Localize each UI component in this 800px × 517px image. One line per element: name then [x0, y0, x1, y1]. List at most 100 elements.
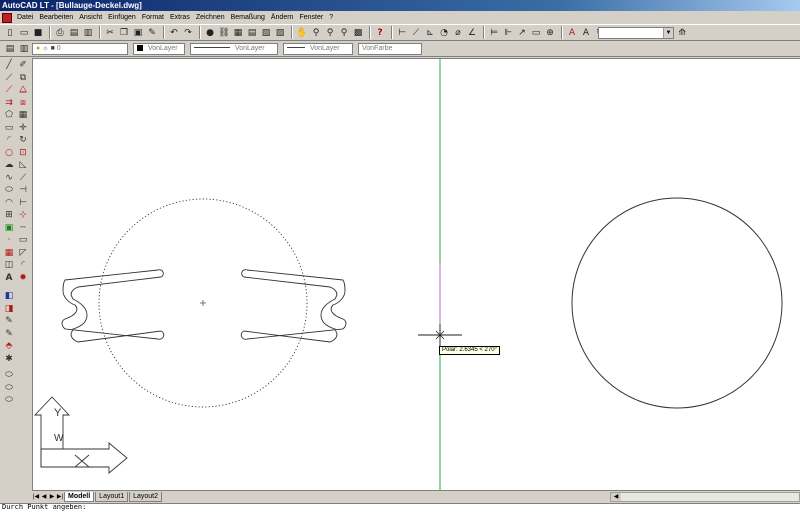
dim-text-edit-icon[interactable]: A [580, 27, 592, 39]
layer-previous-icon[interactable]: ▥ [18, 43, 30, 55]
sketch-tool-icon[interactable]: ✎ [3, 328, 15, 341]
properties-icon[interactable]: ▤ [246, 27, 258, 39]
menu-bearbeiten[interactable]: Bearbeiten [36, 11, 76, 24]
lineweight-select[interactable]: VonLayer [283, 42, 353, 55]
make-block-icon[interactable]: ▣ [3, 222, 15, 235]
scroll-left-icon[interactable]: ◀ [611, 493, 621, 501]
polygon-icon[interactable]: ⬠ [3, 109, 15, 122]
zoom-realtime-icon[interactable]: ⚲ [310, 27, 322, 39]
menu-ansicht[interactable]: Ansicht [76, 11, 105, 24]
construction-line-icon[interactable]: ⟋ [3, 72, 15, 85]
mirror-icon[interactable]: ⧋ [17, 84, 29, 97]
prev-tab-icon[interactable]: ◀ [40, 492, 48, 502]
paste-icon[interactable]: ▣ [132, 27, 144, 39]
globe-icon[interactable]: ● [204, 27, 216, 39]
oval-tool-3-icon[interactable]: ⬭ [3, 394, 15, 407]
zoom-extents-icon[interactable]: ▩ [352, 27, 364, 39]
point-icon[interactable]: · [3, 234, 15, 247]
command-line[interactable]: Durch Punkt angeben: [0, 503, 800, 517]
multiline-text-icon[interactable]: A [3, 272, 15, 285]
menu-help[interactable]: ? [326, 11, 336, 24]
offset-icon[interactable]: ⧈ [17, 97, 29, 110]
chamfer-icon[interactable]: ◸ [17, 247, 29, 260]
redo-icon[interactable]: ↷ [182, 27, 194, 39]
dim-aligned-icon[interactable]: ⟋ [410, 27, 422, 39]
markup-icon[interactable]: ▨ [274, 27, 286, 39]
insert-block-icon[interactable]: ⊞ [3, 209, 15, 222]
menu-format[interactable]: Format [139, 11, 167, 24]
center-mark-icon[interactable]: ⊕ [544, 27, 556, 39]
dim-linear-icon[interactable]: ⊢ [396, 27, 408, 39]
horizontal-scrollbar[interactable]: ◀ [610, 492, 800, 502]
dim-radius-icon[interactable]: ◔ [438, 27, 450, 39]
undo-icon[interactable]: ↶ [168, 27, 180, 39]
rotate-icon[interactable]: ↻ [17, 134, 29, 147]
next-tab-icon[interactable]: ▶ [48, 492, 56, 502]
menu-datei[interactable]: Datei [14, 11, 36, 24]
move-icon[interactable]: ✛ [17, 122, 29, 135]
oval-tool-icon[interactable]: ⬭ [3, 369, 15, 382]
menu-extras[interactable]: Extras [167, 11, 193, 24]
app-icon[interactable] [2, 12, 12, 23]
stretch-icon[interactable]: ◺ [17, 159, 29, 172]
revision-cloud-icon[interactable]: ☁ [3, 159, 15, 172]
menu-zeichnen[interactable]: Zeichnen [193, 11, 228, 24]
menu-fenster[interactable]: Fenster [296, 11, 326, 24]
plotstyle-select[interactable]: VonFarbe [358, 42, 422, 55]
line-icon[interactable]: ╱ [3, 59, 15, 72]
ellipse-icon[interactable]: ⬭ [3, 184, 15, 197]
trim-icon[interactable]: ⊣ [17, 184, 29, 197]
menu-aendern[interactable]: Ändern [268, 11, 297, 24]
design-center-icon[interactable]: ▦ [232, 27, 244, 39]
menu-einfuegen[interactable]: Einfügen [105, 11, 139, 24]
pencil-tool-icon[interactable]: ✎ [3, 315, 15, 328]
extend-icon[interactable]: ⊢ [17, 197, 29, 210]
tool-palette-icon[interactable]: ▧ [260, 27, 272, 39]
publish-icon[interactable]: ▥ [82, 27, 94, 39]
arc-icon[interactable]: ◜ [3, 134, 15, 147]
drawing-area[interactable]: Y W Polar: 2.6345 < 270° [32, 58, 800, 491]
rectangle-icon[interactable]: ▭ [3, 122, 15, 135]
dim-diameter-icon[interactable]: ⌀ [452, 27, 464, 39]
zoom-previous-icon[interactable]: ⚲ [338, 27, 350, 39]
polyline-icon[interactable]: ⟋ [3, 84, 15, 97]
dim-style-icon[interactable]: ⟰ [676, 27, 688, 39]
dim-continue-icon[interactable]: ⊩ [502, 27, 514, 39]
oval-tool-2-icon[interactable]: ⬭ [3, 382, 15, 395]
match-layer-icon[interactable]: ◨ [3, 303, 15, 316]
hatch-icon[interactable]: ▦ [3, 247, 15, 260]
help-icon[interactable]: ? [374, 27, 386, 39]
print-icon[interactable]: ⎙ [54, 27, 66, 39]
erase-icon[interactable]: ✐ [17, 59, 29, 72]
spline-icon[interactable]: ∿ [3, 172, 15, 185]
tab-modell[interactable]: Modell [64, 491, 95, 502]
region-icon[interactable]: ◫ [3, 259, 15, 272]
break-at-point-icon[interactable]: ⊹ [17, 209, 29, 222]
copy-icon[interactable]: ❐ [118, 27, 130, 39]
dim-angular-icon[interactable]: ∠ [466, 27, 478, 39]
tab-layout1[interactable]: Layout1 [95, 491, 129, 502]
lengthen-icon[interactable]: ⟋ [17, 172, 29, 185]
pan-icon[interactable]: ✋ [296, 27, 308, 39]
explode-icon[interactable]: ✸ [17, 272, 29, 285]
zoom-window-icon[interactable]: ⚲ [324, 27, 336, 39]
attribute-tool-icon[interactable]: ✱ [3, 353, 15, 366]
dim-ordinate-icon[interactable]: ⊾ [424, 27, 436, 39]
print-preview-icon[interactable]: ▤ [68, 27, 80, 39]
last-tab-icon[interactable]: ▶| [56, 492, 64, 502]
circle-icon[interactable]: ○ [3, 147, 15, 160]
multiline-icon[interactable]: ⇉ [3, 97, 15, 110]
tolerance-icon[interactable]: ▭ [530, 27, 542, 39]
drawing-canvas[interactable] [33, 59, 800, 491]
save-icon[interactable]: ■ [32, 27, 44, 39]
tab-layout2[interactable]: Layout2 [129, 491, 163, 502]
array-icon[interactable]: ▦ [17, 109, 29, 122]
cut-icon[interactable]: ✂ [104, 27, 116, 39]
selection-tool-icon[interactable]: ⬘ [3, 340, 15, 353]
linetype-select[interactable]: VonLayer [190, 42, 278, 55]
first-tab-icon[interactable]: |◀ [32, 492, 40, 502]
dim-baseline-icon[interactable]: ⊨ [488, 27, 500, 39]
menu-bemassung[interactable]: Bemaßung [228, 11, 268, 24]
open-folder-icon[interactable]: ▭ [18, 27, 30, 39]
match-properties-icon[interactable]: ✎ [146, 27, 158, 39]
